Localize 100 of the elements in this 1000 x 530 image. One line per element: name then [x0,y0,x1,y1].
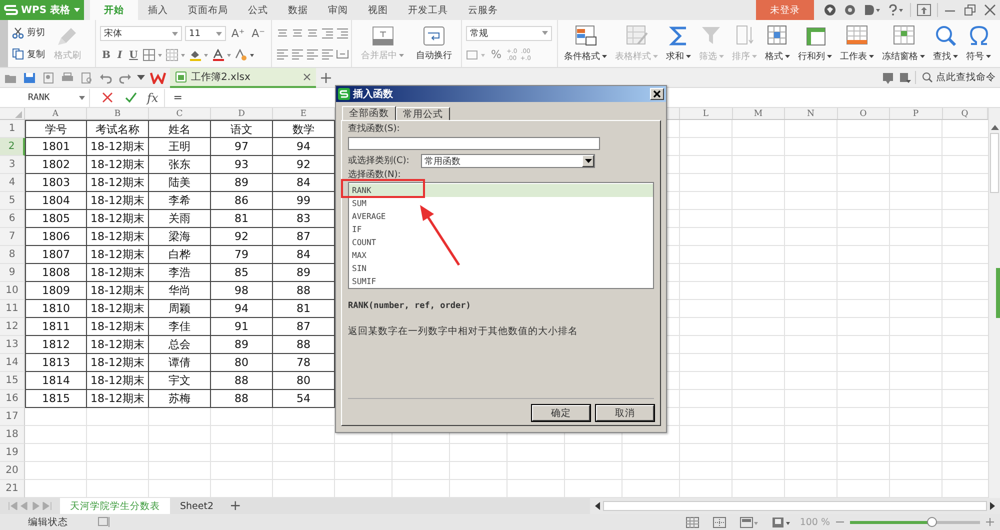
upload-icon[interactable] [917,4,931,16]
row-header[interactable]: 10 [0,282,25,300]
row-header[interactable]: 14 [0,354,25,372]
page-break-view-icon[interactable] [712,516,726,528]
horizontal-scrollbar[interactable] [590,498,1000,514]
comment-icon[interactable] [882,72,894,84]
vertical-scrollbar[interactable] [988,108,1000,498]
row-header[interactable]: 20 [0,462,25,480]
column-header[interactable]: D [211,108,273,119]
border-icon[interactable] [142,49,163,61]
freeze-button[interactable]: 冻结窗格 [880,20,927,67]
row-header[interactable]: 6 [0,210,25,228]
function-item[interactable]: SUMIF [349,275,653,288]
row-header[interactable]: 3 [0,156,25,174]
name-box[interactable]: RANK [0,88,90,106]
cancel-button[interactable]: 取消 [596,405,654,421]
text-style-button[interactable]: U [127,50,140,60]
wrap-text-button[interactable]: 自动换行 [413,22,455,65]
document-icon[interactable] [864,4,880,16]
skin-icon[interactable] [824,4,836,16]
insert-function-button[interactable]: fx [147,90,158,104]
row-header[interactable]: 15 [0,372,25,390]
column-header[interactable]: A [25,108,87,119]
row-header[interactable]: 13 [0,336,25,354]
number-format-dropdown[interactable]: 常规 [466,26,552,40]
arrow-left-icon[interactable] [594,502,600,510]
help-icon[interactable] [888,4,904,16]
cut-button[interactable]: 剪切 [12,26,45,40]
text-style-button[interactable]: I [115,50,124,60]
column-header[interactable]: B [87,108,149,119]
sheet-button[interactable]: 工作表 [838,20,876,67]
print-icon[interactable] [61,72,75,84]
percent-button[interactable]: % [489,48,504,61]
confirm-icon[interactable] [125,92,137,103]
document-tab[interactable]: 工作簿2.xlsx [170,68,316,88]
align-icon[interactable] [276,26,289,39]
column-header[interactable]: P [890,108,942,119]
reading-view-icon[interactable] [740,516,758,528]
row-header[interactable]: 19 [0,444,25,462]
close-icon[interactable] [984,4,996,16]
eye-protection-icon[interactable] [772,516,790,528]
row-header[interactable]: 11 [0,300,25,318]
flag-icon[interactable] [899,72,911,84]
column-header[interactable]: C [149,108,211,119]
align-icon[interactable] [291,48,304,60]
function-item[interactable]: AVERAGE [349,210,653,223]
font-name-dropdown[interactable]: 宋体 [100,26,182,41]
normal-view-icon[interactable] [686,516,699,528]
column-header[interactable]: L [680,108,732,119]
undo-icon[interactable] [99,72,113,84]
cell-style-icon[interactable] [166,49,186,61]
function-item[interactable]: COUNT [349,236,653,249]
row-header[interactable]: 18 [0,426,25,444]
row-header[interactable]: 16 [0,390,25,408]
align-icon[interactable] [336,26,349,39]
macro-icon[interactable] [98,517,110,527]
conditional-button[interactable]: 条件格式 [562,20,609,67]
arrow-right-icon[interactable] [990,502,996,510]
login-button[interactable]: 未登录 [756,0,814,20]
ribbon-tab[interactable]: 插入 [138,0,178,20]
column-header[interactable]: N [785,108,838,119]
dialog-tab[interactable]: 常用公式 [396,107,450,120]
ribbon-tab[interactable]: 开发工具 [398,0,458,20]
align-icon[interactable] [321,26,334,39]
sheet-tab[interactable]: 天河学院学生分数表 [60,498,170,514]
search-field[interactable] [348,137,600,150]
sheet-navigation-icon[interactable] [8,502,52,510]
symbol-button[interactable]: 符号 [964,20,993,67]
sheet-tab[interactable]: Sheet2 [170,498,224,514]
function-item[interactable]: RANK [349,184,653,197]
copy-button[interactable]: 复制 [12,48,45,61]
row-header[interactable]: 1 [0,120,25,138]
align-icon[interactable] [291,26,304,39]
align-icon[interactable] [306,48,319,60]
function-item[interactable]: MAX [349,249,653,262]
cancel-icon[interactable] [102,92,113,103]
ribbon-tab[interactable]: 公式 [238,0,278,20]
restore-icon[interactable] [964,4,976,16]
category-dropdown[interactable]: 常用函数 [421,154,596,168]
close-icon[interactable] [303,72,311,80]
ribbon-tab[interactable]: 数据 [278,0,318,20]
text-style-button[interactable]: B [100,50,112,60]
function-item[interactable]: SIN [349,262,653,275]
arrow-up-icon[interactable] [990,124,998,130]
row-header[interactable]: 9 [0,264,25,282]
find-button[interactable]: 查找 [931,20,960,67]
row-header[interactable]: 21 [0,480,25,498]
close-button[interactable] [650,88,664,100]
select-all-icon[interactable] [15,111,22,118]
rowcol-button[interactable]: 行和列 [796,20,834,67]
add-sheet-button[interactable]: + [224,498,248,514]
shrink-font-button[interactable]: A⁻ [250,27,267,40]
align-icon[interactable] [321,48,334,60]
row-header[interactable]: 7 [0,228,25,246]
save-icon[interactable] [23,72,37,84]
scrollbar-thumb[interactable] [990,133,999,193]
function-item[interactable]: IF [349,223,653,236]
align-icon[interactable] [306,26,319,39]
font-size-dropdown[interactable]: 11 [185,26,226,41]
currency-icon[interactable] [466,48,486,60]
